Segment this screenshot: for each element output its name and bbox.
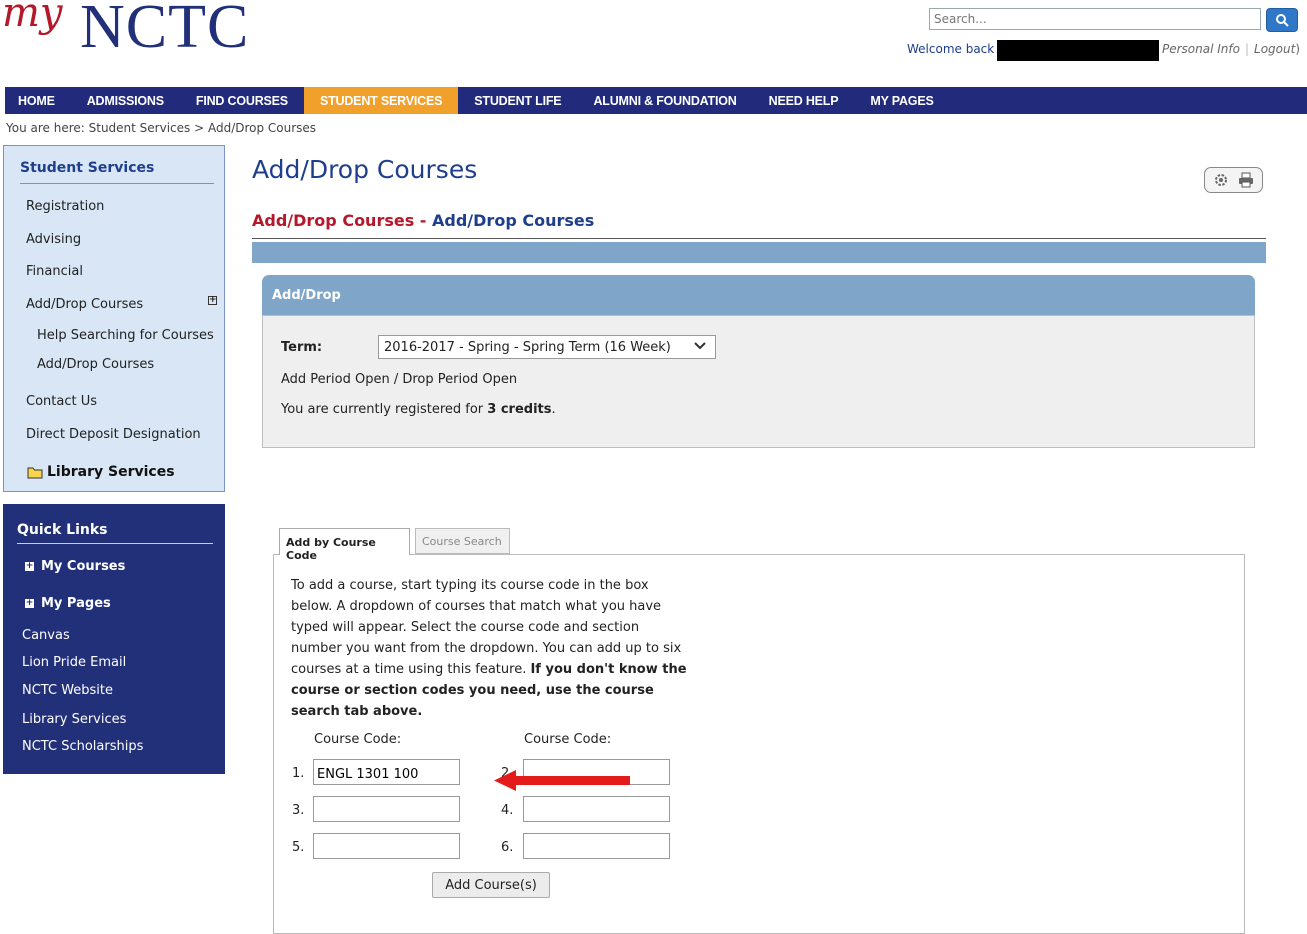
expand-plus-icon: +	[25, 561, 34, 571]
welcome-text: Welcome back	[907, 42, 995, 56]
breadcrumb: You are here: Student Services > Add/Dro…	[6, 121, 317, 135]
nav-admissions[interactable]: ADMISSIONS	[71, 87, 180, 114]
course-code-input-6[interactable]	[523, 833, 670, 859]
chevron-down-icon	[694, 342, 706, 350]
credits-prefix: You are currently registered for	[281, 402, 488, 417]
subtitle-page: Add/Drop Courses	[432, 211, 595, 230]
quick-link-scholarships[interactable]: NCTC Scholarships	[22, 739, 143, 754]
sidebar-subitem-add-drop[interactable]: Add/Drop Courses	[37, 357, 154, 372]
sidebar-item-contact-us[interactable]: Contact Us	[26, 394, 97, 409]
sidebar-divider	[20, 183, 214, 184]
red-arrow-icon	[494, 770, 630, 791]
quick-links-divider	[17, 543, 213, 544]
nav-my-pages[interactable]: MY PAGES	[854, 87, 949, 114]
credits-text: You are currently registered for 3 credi…	[281, 402, 556, 417]
add-courses-button[interactable]: Add Course(s)	[432, 872, 550, 898]
subtitle-section: Add/Drop Courses	[252, 211, 415, 230]
blue-band	[252, 242, 1266, 263]
search-button[interactable]	[1266, 8, 1298, 32]
row-number-6: 6.	[501, 840, 514, 855]
term-label: Term:	[281, 340, 323, 355]
course-code-input-3[interactable]	[313, 796, 460, 822]
credits-suffix: .	[551, 402, 556, 417]
sidebar-title[interactable]: Student Services	[20, 160, 154, 176]
sidebar-quick-links: Quick Links + My Courses + My Pages Canv…	[3, 504, 225, 774]
nav-student-services[interactable]: STUDENT SERVICES	[303, 87, 459, 114]
credits-value: 3 credits	[487, 402, 552, 417]
account-links: Personal Info | Logout)	[1162, 42, 1300, 56]
site-logo[interactable]: my NCTC	[0, 0, 280, 70]
logout-link[interactable]: Logout	[1254, 42, 1295, 56]
expand-plus-icon[interactable]: +	[208, 296, 217, 305]
tab-add-by-course-code[interactable]: Add by Course Code	[279, 528, 410, 562]
row-number-1: 1.	[292, 766, 305, 781]
sidebar-item-add-drop[interactable]: Add/Drop Courses	[26, 297, 143, 312]
quick-link-email[interactable]: Lion Pride Email	[22, 655, 126, 670]
quick-link-label: My Courses	[41, 559, 126, 574]
course-code-input-5[interactable]	[313, 833, 460, 859]
course-code-input-4[interactable]	[523, 796, 670, 822]
row-number-3: 3.	[292, 803, 305, 818]
quick-link-library[interactable]: Library Services	[22, 712, 126, 727]
logo-my: my	[2, 0, 63, 36]
logo-nctc: NCTC	[80, 0, 250, 61]
sidebar-library-services[interactable]: Library Services	[27, 464, 175, 480]
page-title: Add/Drop Courses	[252, 155, 478, 184]
main-nav: HOME ADMISSIONS FIND COURSES STUDENT SER…	[5, 87, 1307, 114]
nav-student-life[interactable]: STUDENT LIFE	[458, 87, 577, 114]
personal-info-link[interactable]: Personal Info	[1162, 42, 1240, 56]
sidebar-item-advising[interactable]: Advising	[26, 232, 81, 247]
print-icon[interactable]	[1238, 172, 1254, 188]
folder-icon	[27, 467, 43, 478]
term-select[interactable]: 2016-2017 - Spring - Spring Term (16 Wee…	[378, 335, 716, 359]
course-code-input-1[interactable]	[313, 759, 460, 785]
quick-link-label: My Pages	[41, 596, 111, 611]
quick-link-my-pages[interactable]: + My Pages	[25, 596, 111, 611]
nav-find-courses[interactable]: FIND COURSES	[180, 87, 304, 114]
page-tools	[1204, 167, 1263, 193]
gear-icon[interactable]	[1213, 172, 1229, 188]
nav-need-help[interactable]: NEED HELP	[753, 87, 855, 114]
quick-link-my-courses[interactable]: + My Courses	[25, 559, 125, 574]
panel-header: Add/Drop	[262, 275, 1255, 315]
sidebar-student-services: Student Services Registration Advising F…	[3, 145, 225, 492]
term-value: 2016-2017 - Spring - Spring Term (16 Wee…	[384, 340, 671, 355]
search-input[interactable]	[929, 8, 1261, 30]
close-paren: )	[1295, 42, 1300, 56]
quick-links-title: Quick Links	[17, 522, 108, 538]
expand-plus-icon: +	[25, 598, 34, 608]
subtitle-rule	[252, 238, 1266, 239]
nav-alumni-foundation[interactable]: ALUMNI & FOUNDATION	[577, 87, 752, 114]
quick-link-website[interactable]: NCTC Website	[22, 683, 113, 698]
row-number-5: 5.	[292, 840, 305, 855]
period-status: Add Period Open / Drop Period Open	[281, 372, 518, 387]
sidebar-item-registration[interactable]: Registration	[26, 199, 104, 214]
sidebar-item-financial[interactable]: Financial	[26, 264, 83, 279]
nav-home[interactable]: HOME	[5, 87, 71, 114]
redacted-username	[997, 40, 1159, 61]
sidebar-item-direct-deposit[interactable]: Direct Deposit Designation	[26, 427, 201, 442]
course-code-label-left: Course Code:	[314, 732, 402, 747]
page-subtitle: Add/Drop Courses - Add/Drop Courses	[252, 211, 594, 230]
tab-course-search[interactable]: Course Search	[415, 528, 510, 554]
course-code-label-right: Course Code:	[524, 732, 612, 747]
search-icon	[1276, 14, 1289, 27]
add-instructions: To add a course, start typing its course…	[291, 575, 691, 722]
quick-link-canvas[interactable]: Canvas	[22, 628, 70, 643]
panel-title: Add/Drop	[272, 288, 341, 303]
library-label: Library Services	[47, 464, 175, 480]
subtitle-separator: -	[414, 211, 433, 230]
row-number-4: 4.	[501, 803, 514, 818]
sidebar-subitem-help-searching[interactable]: Help Searching for Courses	[37, 328, 214, 343]
